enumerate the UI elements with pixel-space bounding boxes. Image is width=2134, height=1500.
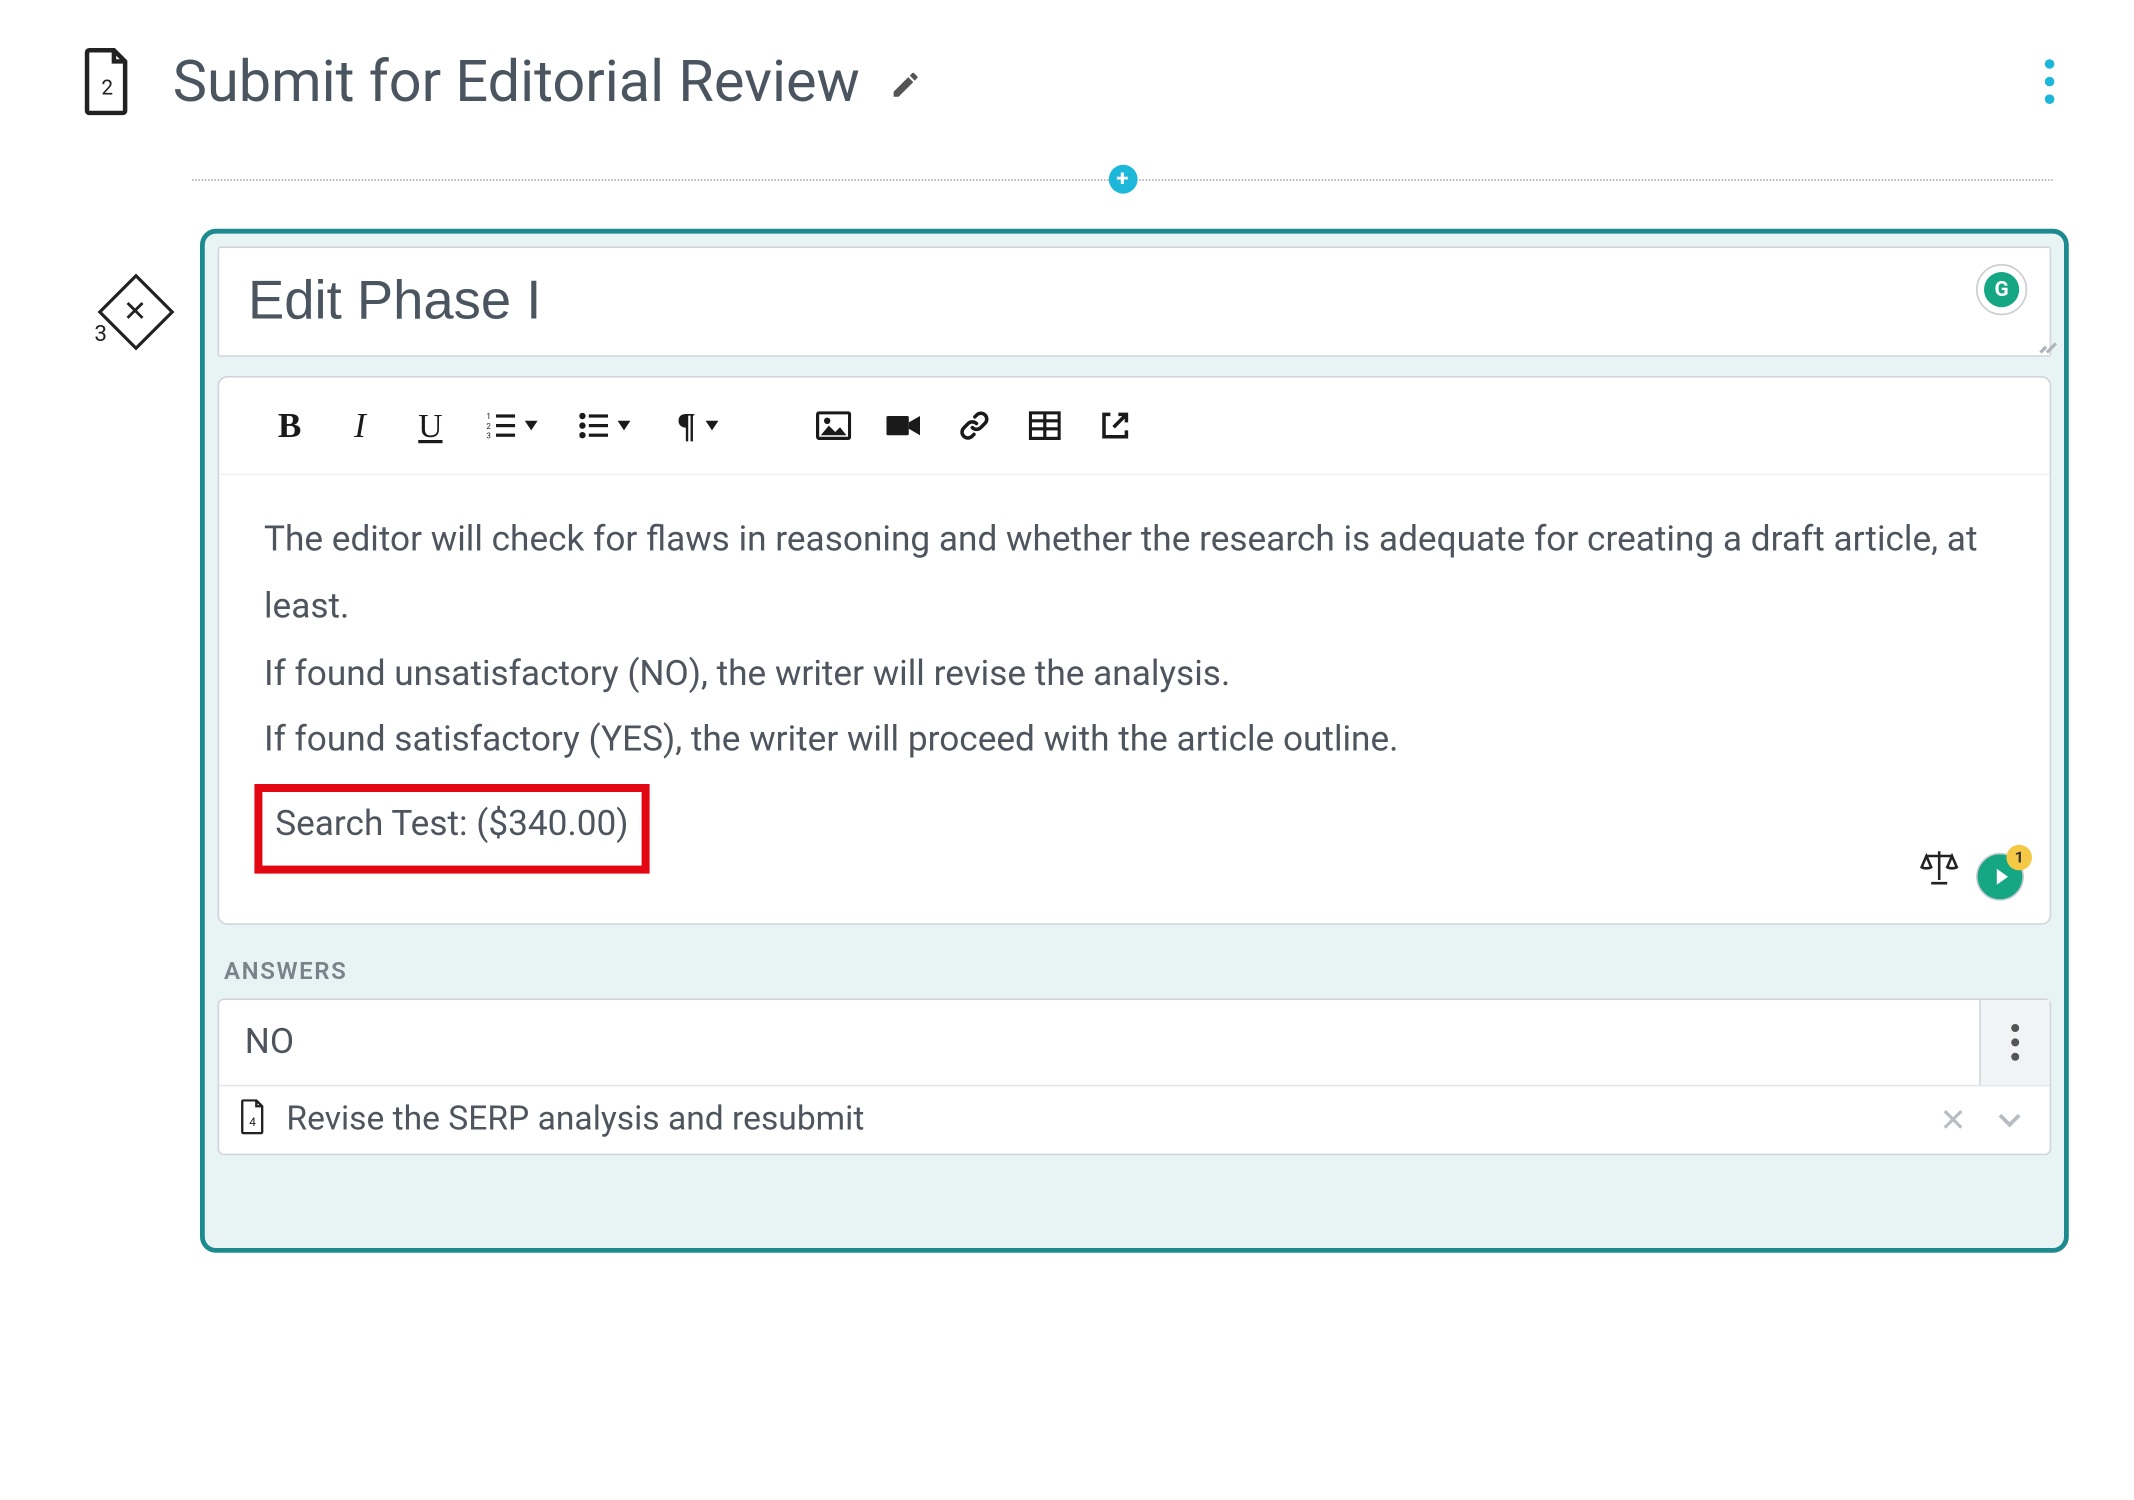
decision-icon: ✕ 3 [101, 277, 171, 347]
decision-number: 3 [94, 322, 107, 348]
svg-text:3: 3 [486, 431, 491, 438]
step-menu-button[interactable] [2030, 54, 2068, 108]
video-button[interactable] [872, 397, 936, 455]
table-button[interactable] [1013, 397, 1077, 455]
external-link-button[interactable] [1083, 397, 1147, 455]
underline-button[interactable]: U [398, 397, 462, 455]
rich-text-editor: B I U 123 ¶ [218, 376, 2052, 925]
editor-content[interactable]: The editor will check for flaws in reaso… [219, 475, 2049, 923]
body-line-1: The editor will check for flaws in reaso… [264, 507, 2005, 641]
step-title-text: Submit for Editorial Review [173, 48, 860, 115]
grammarly-indicator-icon[interactable]: G [1976, 264, 2027, 315]
expand-substep-button[interactable] [1995, 1105, 2030, 1135]
link-button[interactable] [942, 397, 1006, 455]
card-gutter: ✕ 3 [72, 229, 200, 347]
resize-handle[interactable] [2029, 334, 2048, 353]
grammarly-count-badge: 1 [2006, 845, 2032, 871]
edit-title-icon[interactable] [890, 48, 922, 115]
svg-text:4: 4 [249, 1115, 256, 1129]
unordered-list-button[interactable] [562, 397, 648, 455]
svg-text:1: 1 [486, 413, 491, 421]
substep-document-icon: 4 [238, 1099, 267, 1141]
card-title-input[interactable] [248, 270, 1909, 332]
answer-option-label[interactable]: NO [219, 1000, 1979, 1085]
body-line-3: If found satisfactory (YES), the writer … [264, 708, 2005, 775]
image-button[interactable] [802, 397, 866, 455]
answers-section-label: ANSWERS [224, 957, 2045, 986]
document-step-icon: 2 [80, 48, 134, 115]
answer-block: NO 4 Revise the SERP analysis and resubm… [218, 998, 2052, 1155]
highlighted-cost-text: Search Test: ($340.00) [254, 784, 649, 873]
body-line-2: If found unsatisfactory (NO), the writer… [264, 641, 2005, 708]
card-title-field[interactable]: G [218, 246, 2052, 356]
editor-toolbar: B I U 123 ¶ [219, 378, 2049, 476]
add-step-button[interactable]: + [1108, 165, 1137, 194]
italic-button[interactable]: I [328, 397, 392, 455]
bold-button[interactable]: B [258, 397, 322, 455]
answer-menu-button[interactable] [1979, 1000, 2049, 1085]
add-step-divider: + [192, 179, 2053, 181]
step-number: 2 [80, 77, 134, 101]
step-header: 2 Submit for Editorial Review [0, 0, 2133, 131]
svg-text:2: 2 [486, 422, 491, 431]
step-title[interactable]: Submit for Editorial Review [173, 48, 2031, 115]
answer-substep-row: 4 Revise the SERP analysis and resubmit … [219, 1085, 2049, 1154]
decision-card: G B I U 123 [200, 229, 2069, 1253]
substep-text[interactable]: Revise the SERP analysis and resubmit [286, 1101, 1910, 1139]
grammarly-play-icon[interactable]: 1 [1976, 853, 2024, 901]
balance-scale-icon[interactable] [1918, 844, 1960, 911]
ordered-list-button[interactable]: 123 [469, 397, 555, 455]
remove-substep-button[interactable]: ✕ [1930, 1101, 1976, 1139]
paragraph-format-button[interactable]: ¶ [654, 397, 740, 455]
